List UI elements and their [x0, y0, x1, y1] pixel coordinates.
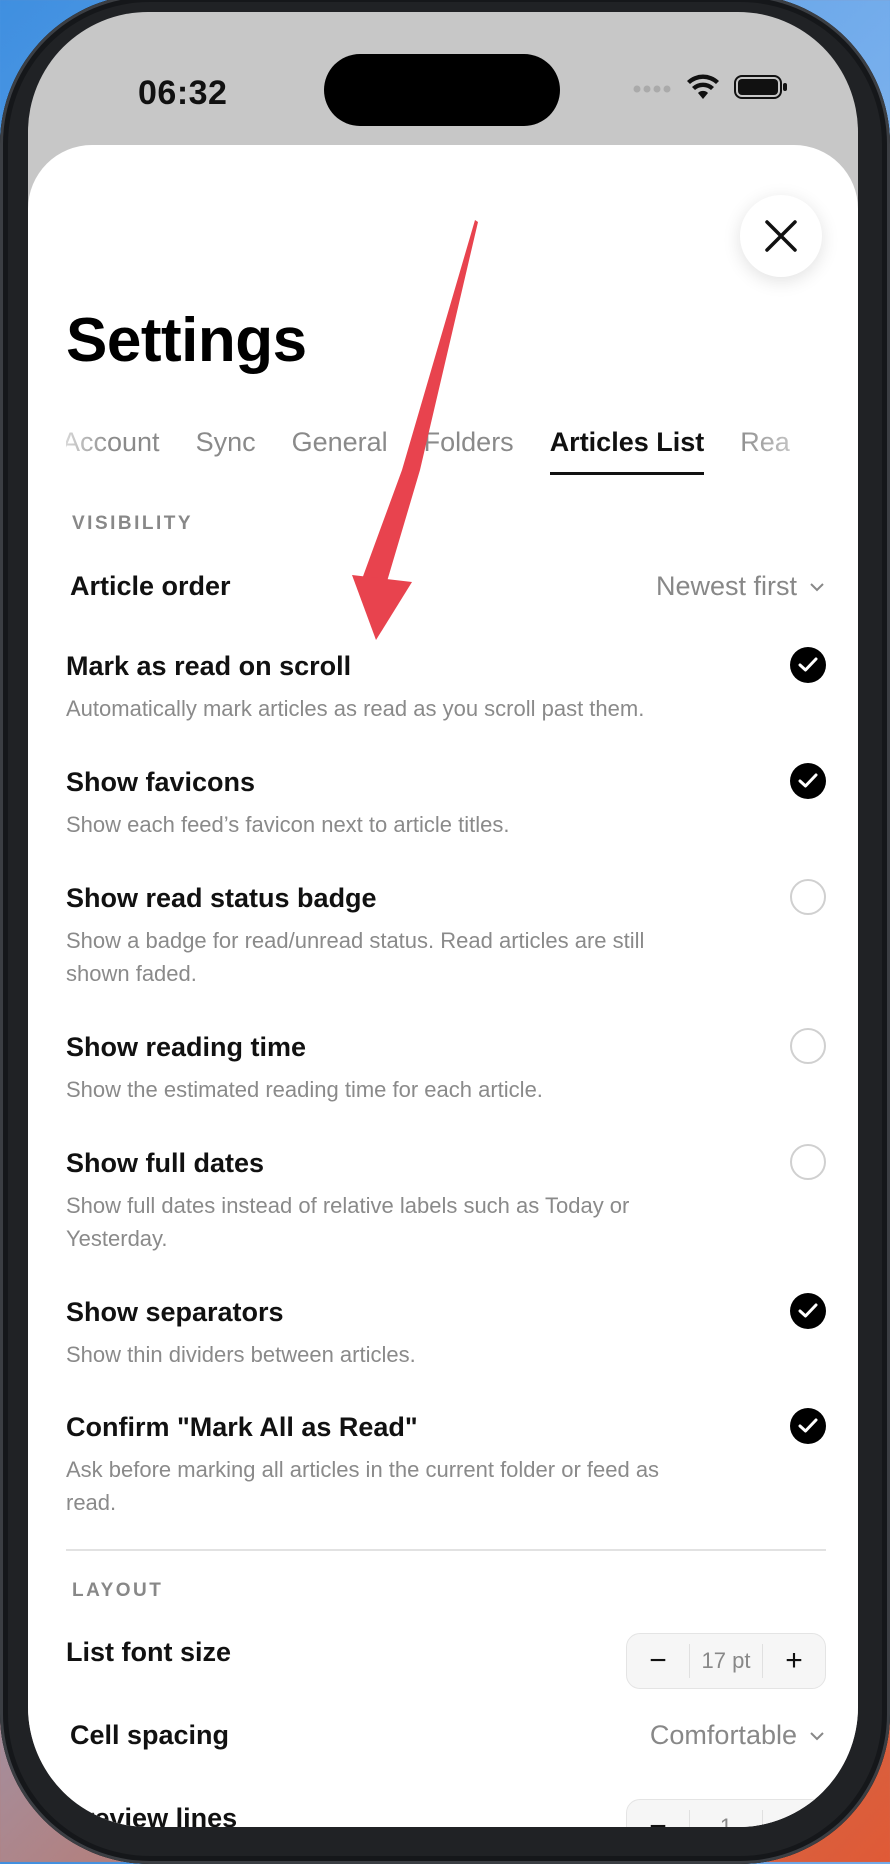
toggle-description: Automatically mark articles as read as y…	[66, 696, 645, 721]
tab-general[interactable]: General	[292, 415, 388, 475]
toggle-description: Show each feed’s favicon next to article…	[66, 812, 510, 837]
toggle-row-show-favicons[interactable]: Show favicons Show each feed’s favicon n…	[66, 763, 826, 841]
article-order-value: Newest first	[655, 571, 797, 601]
cell-spacing-value: Comfortable	[649, 1720, 797, 1750]
section-header-visibility: VISIBILITY	[72, 513, 194, 534]
close-icon	[765, 220, 797, 252]
decrease-font-size-button[interactable]: −	[627, 1644, 689, 1678]
toggle-description: Ask before marking all articles in the c…	[66, 1457, 660, 1515]
toggle-description: Show a badge for read/unread status. Rea…	[66, 928, 645, 986]
tab-account[interactable]: Account	[66, 415, 160, 475]
cell-spacing-row[interactable]: Cell spacing Comfortable	[70, 1720, 825, 1751]
toggle-title: Show read status badge	[66, 883, 377, 913]
chevron-down-icon	[810, 1731, 824, 1740]
close-button[interactable]	[740, 195, 822, 277]
toggle-title: Mark as read on scroll	[66, 651, 352, 681]
wifi-icon	[686, 74, 720, 105]
tab-articles-list[interactable]: Articles List	[549, 415, 705, 475]
checkbox-separators[interactable]	[790, 1293, 826, 1329]
toggle-title: Show favicons	[66, 767, 256, 797]
screen: 06:32 Settings Account Sync General Fold…	[28, 12, 858, 1827]
signal-dots-icon	[632, 81, 672, 99]
section-header-layout: LAYOUT	[72, 1580, 164, 1601]
settings-sheet: Settings Account Sync General Folders Ar…	[28, 145, 858, 1827]
toggle-title: Show full dates	[66, 1148, 265, 1178]
checkbox-show-favicons[interactable]	[790, 763, 826, 799]
checkbox-confirm-mark-all-read[interactable]	[790, 1408, 826, 1444]
increase-preview-lines-button[interactable]: +	[763, 1810, 825, 1827]
battery-icon	[734, 74, 788, 105]
checkbox-mark-read-on-scroll[interactable]	[790, 647, 826, 683]
article-order-select[interactable]: Newest first	[656, 571, 825, 602]
checkmark-icon	[798, 657, 818, 672]
toggle-title: Show separators	[66, 1297, 284, 1327]
list-font-size-stepper: − 17 pt +	[626, 1633, 826, 1689]
checkbox-read-status-badge[interactable]	[790, 879, 826, 915]
checkmark-icon	[798, 773, 818, 788]
tab-reading[interactable]: Rea	[740, 415, 790, 475]
tab-bar: Account Sync General Folders Articles Li…	[66, 415, 826, 475]
increase-font-size-button[interactable]: +	[763, 1644, 825, 1678]
article-order-row[interactable]: Article order Newest first	[70, 571, 825, 602]
toggle-row-full-dates[interactable]: Show full dates Show full dates instead …	[66, 1144, 826, 1255]
decrease-preview-lines-button[interactable]: −	[627, 1810, 689, 1827]
cell-spacing-label: Cell spacing	[70, 1720, 230, 1750]
toggle-title: Show reading time	[66, 1032, 307, 1062]
toggle-description: Show the estimated reading time for each…	[66, 1077, 543, 1102]
toggle-row-separators[interactable]: Show separators Show thin dividers betwe…	[66, 1293, 826, 1371]
list-font-size-label: List font size	[66, 1637, 232, 1667]
checkbox-full-dates[interactable]	[790, 1144, 826, 1180]
status-time: 06:32	[138, 74, 228, 112]
toggle-row-read-status-badge[interactable]: Show read status badge Show a badge for …	[66, 879, 826, 990]
status-icons	[632, 74, 788, 105]
article-order-label: Article order	[70, 571, 231, 601]
checkmark-icon	[798, 1418, 818, 1433]
toggle-row-reading-time[interactable]: Show reading time Show the estimated rea…	[66, 1028, 826, 1106]
toggle-row-confirm-mark-all-read[interactable]: Confirm "Mark All as Read" Ask before ma…	[66, 1408, 826, 1519]
preview-lines-label: Preview lines	[66, 1803, 238, 1827]
toggle-title: Confirm "Mark All as Read"	[66, 1412, 418, 1442]
dynamic-island	[324, 54, 560, 126]
chevron-down-icon	[810, 582, 824, 591]
tab-sync[interactable]: Sync	[196, 415, 256, 475]
toggle-description: Show thin dividers between articles.	[66, 1342, 416, 1367]
page-title: Settings	[66, 306, 307, 375]
toggle-row-mark-read-on-scroll[interactable]: Mark as read on scroll Automatically mar…	[66, 647, 826, 725]
preview-lines-value: 1	[689, 1810, 763, 1827]
checkmark-icon	[798, 1303, 818, 1318]
cell-spacing-select[interactable]: Comfortable	[650, 1720, 825, 1751]
section-divider	[66, 1549, 826, 1551]
preview-lines-stepper: − 1 +	[626, 1799, 826, 1827]
font-size-value: 17 pt	[689, 1644, 763, 1678]
tab-folders[interactable]: Folders	[424, 415, 514, 475]
checkbox-reading-time[interactable]	[790, 1028, 826, 1064]
toggle-description: Show full dates instead of relative labe…	[66, 1193, 630, 1251]
